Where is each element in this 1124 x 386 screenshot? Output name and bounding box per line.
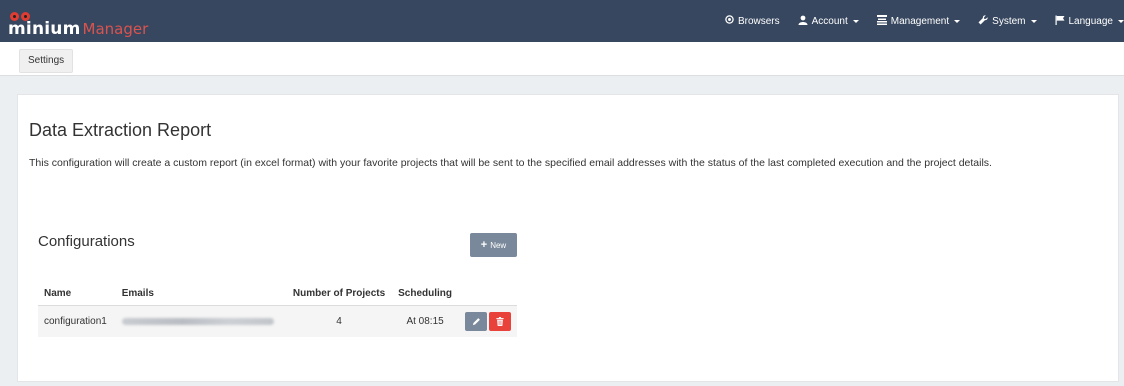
configurations-heading: Configurations [38, 233, 135, 250]
delete-configuration-button[interactable] [489, 312, 511, 331]
page-title: Data Extraction Report [29, 120, 212, 140]
nav-management-label: Management [890, 15, 950, 27]
chevron-down-icon [852, 19, 859, 23]
logo-wordmark: minium [8, 12, 81, 38]
logo-eyes-icon [10, 12, 30, 21]
column-header-projects[interactable]: Number of Projects [286, 281, 392, 306]
nav-language-label: Language [1068, 15, 1114, 27]
config-projects-cell: 4 [286, 305, 392, 337]
nav-browsers-label: Browsers [737, 15, 780, 27]
config-emails-cell [115, 305, 287, 337]
nav-management[interactable]: Management [876, 14, 961, 28]
chevron-down-icon [1118, 19, 1124, 23]
logo-suffix: Manager [82, 20, 149, 38]
nav-system[interactable]: System [978, 14, 1037, 28]
management-icon [876, 14, 887, 28]
column-header-emails[interactable]: Emails [115, 281, 287, 306]
user-icon [798, 15, 808, 28]
nav-browsers[interactable]: Browsers [725, 15, 780, 27]
nav-menu: Browsers Account Management System Langu… [725, 0, 1124, 42]
nav-account-label: Account [811, 15, 848, 27]
chevron-down-icon [954, 19, 961, 23]
nav-account[interactable]: Account [798, 15, 859, 28]
new-configuration-button[interactable]: + New [470, 233, 517, 257]
redacted-email [121, 317, 274, 325]
nav-language[interactable]: Language [1055, 15, 1124, 28]
browser-target-icon [725, 15, 734, 27]
plus-icon: + [480, 239, 488, 251]
app-logo[interactable]: minium Manager [8, 8, 148, 38]
new-button-label: New [490, 240, 507, 250]
table-row: configuration1 4 At 08:15 [38, 305, 517, 337]
table-header-row: Name Emails Number of Projects Schedulin… [38, 281, 517, 306]
column-header-name[interactable]: Name [38, 281, 116, 306]
column-header-scheduling[interactable]: Scheduling [391, 281, 459, 306]
secondary-nav: Settings [0, 42, 1124, 76]
top-navbar: minium Manager Browsers Account Manageme… [0, 0, 1124, 42]
trash-icon [496, 317, 504, 326]
page-description: This configuration will create a custom … [29, 157, 992, 169]
config-name-cell: configuration1 [38, 305, 116, 337]
column-header-actions [459, 281, 517, 306]
config-actions-cell [459, 305, 517, 337]
nav-system-label: System [992, 15, 1026, 27]
configurations-table: Name Emails Number of Projects Schedulin… [38, 281, 517, 337]
edit-configuration-button[interactable] [465, 312, 487, 331]
config-scheduling-cell: At 08:15 [391, 305, 459, 337]
main-panel: Data Extraction Report This configuratio… [17, 94, 1119, 382]
chevron-down-icon [1030, 19, 1037, 23]
pencil-icon [472, 318, 480, 326]
tab-settings[interactable]: Settings [19, 49, 74, 73]
flag-icon [1055, 15, 1065, 28]
wrench-icon [978, 14, 988, 28]
